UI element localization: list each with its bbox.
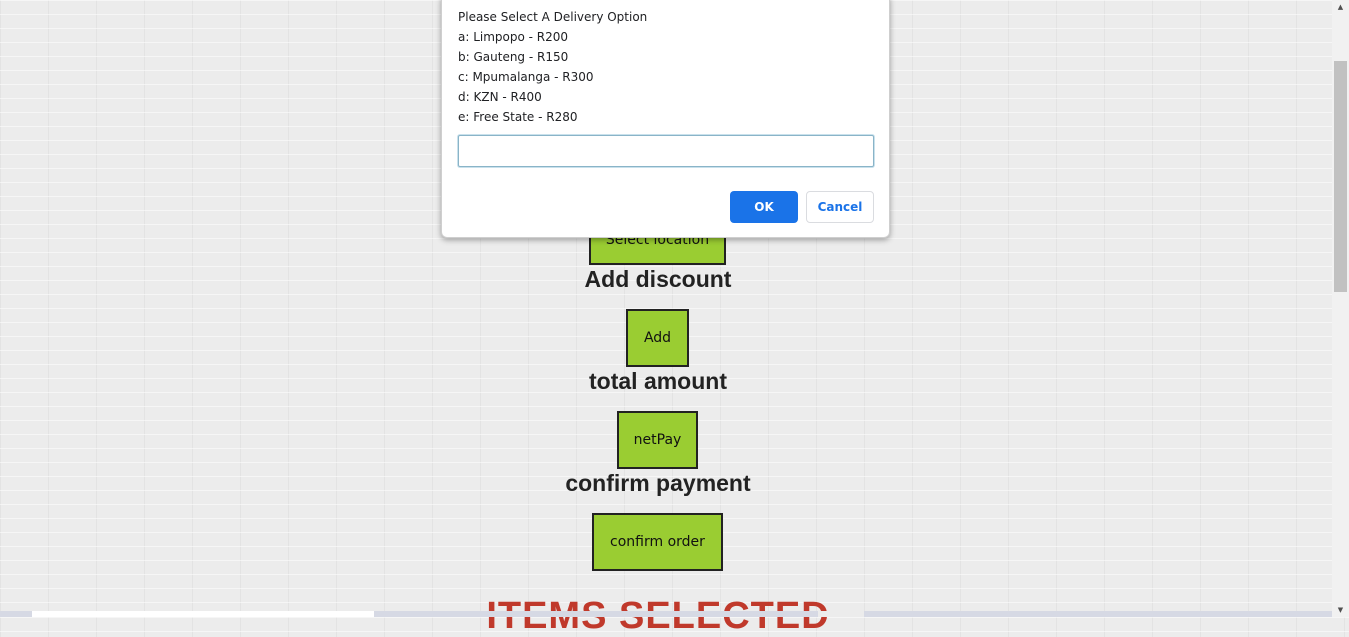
delivery-option: d: KZN - R400	[458, 90, 542, 104]
dialog-title: Please Select A Delivery Option	[458, 10, 648, 24]
delivery-option: a: Limpopo - R200	[458, 30, 569, 44]
confirm-order-button[interactable]: confirm order	[592, 513, 723, 571]
bottom-strip-white	[32, 611, 374, 617]
confirm-payment-heading: confirm payment	[565, 470, 751, 496]
add-discount-button[interactable]: Add	[626, 309, 689, 367]
delivery-prompt-dialog: Please Select A Delivery Option a: Limpo…	[441, 0, 890, 238]
bottom-strip-gap	[818, 611, 864, 617]
scroll-thumb[interactable]	[1334, 61, 1347, 292]
scroll-down-icon[interactable]: ▼	[1332, 603, 1349, 617]
confirm-order-label: confirm order	[610, 534, 705, 550]
bottom-strip	[0, 611, 1332, 617]
delivery-option: c: Mpumalanga - R300	[458, 70, 594, 84]
cancel-button[interactable]: Cancel	[806, 191, 874, 223]
total-amount-heading: total amount	[589, 368, 727, 394]
ok-button[interactable]: OK	[730, 191, 798, 223]
scroll-up-icon[interactable]: ▲	[1332, 0, 1349, 14]
add-discount-heading: Add discount	[584, 266, 732, 292]
delivery-option: e: Free State - R280	[458, 110, 578, 124]
delivery-option: b: Gauteng - R150	[458, 50, 569, 64]
netpay-button[interactable]: netPay	[617, 411, 698, 469]
netpay-label: netPay	[633, 432, 682, 448]
add-discount-label: Add	[643, 330, 672, 346]
delivery-option-input[interactable]	[458, 135, 874, 167]
vertical-scrollbar[interactable]: ▲ ▼	[1332, 0, 1349, 617]
